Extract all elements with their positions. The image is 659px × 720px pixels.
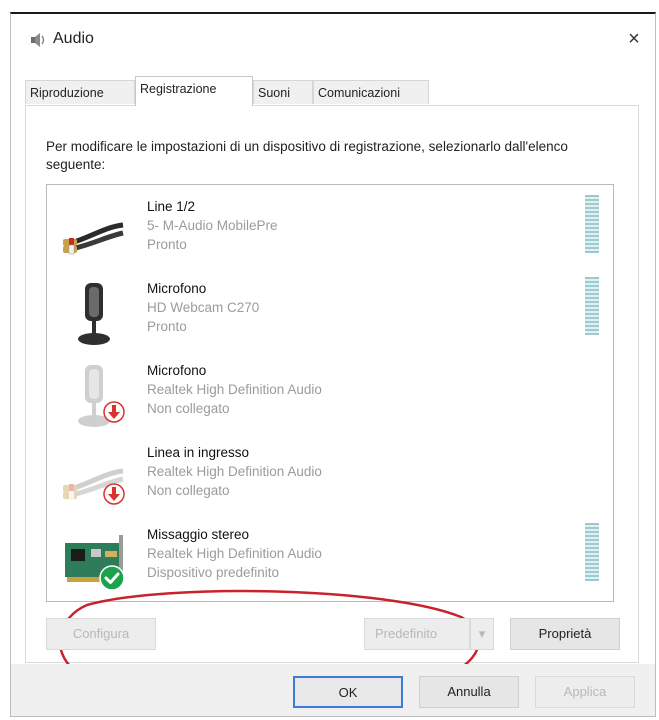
unplugged-badge-icon [103, 483, 125, 505]
dialog-button-bar: OK Annulla Applica [11, 664, 655, 716]
close-button[interactable]: × [619, 24, 649, 54]
set-default-button[interactable]: Predefinito [364, 618, 470, 650]
cancel-button[interactable]: Annulla [419, 676, 519, 708]
unplugged-badge-icon [103, 401, 125, 423]
device-item-microfono-realtek[interactable]: Microfono Realtek High Definition Audio … [47, 355, 613, 435]
level-meter [585, 523, 599, 581]
apply-button[interactable]: Applica [535, 676, 635, 708]
ok-button[interactable]: OK [293, 676, 403, 708]
audio-dialog: Audio × Riproduzione Registrazione Suoni… [10, 12, 656, 717]
device-status: Non collegato [147, 401, 230, 416]
default-check-badge-icon [99, 565, 125, 591]
tab-riproduzione[interactable]: Riproduzione [25, 80, 135, 104]
level-meter [585, 195, 599, 253]
device-name: Microfono [147, 363, 207, 378]
device-driver: Realtek High Definition Audio [147, 382, 322, 397]
device-item-line-1-2[interactable]: Line 1/2 5- M-Audio MobilePre Pronto [47, 191, 613, 271]
device-driver: Realtek High Definition Audio [147, 464, 322, 479]
device-list[interactable]: Line 1/2 5- M-Audio MobilePre Pronto Mic… [46, 184, 614, 700]
device-driver: HD Webcam C270 [147, 300, 260, 315]
tab-comunicazioni[interactable]: Comunicazioni [313, 80, 429, 104]
device-name: Microfono [147, 281, 207, 296]
device-name: Line 1/2 [147, 199, 196, 214]
recording-panel: Per modificare le impostazioni di un dis… [25, 105, 639, 700]
device-status: Pronto [147, 319, 187, 334]
tab-registrazione[interactable]: Registrazione [135, 76, 253, 106]
device-driver: Realtek High Definition Audio [147, 546, 322, 561]
device-item-linea-in-ingresso[interactable]: Linea in ingresso Realtek High Definitio… [47, 437, 613, 517]
speaker-icon [31, 33, 45, 47]
device-name: Missaggio stereo [147, 527, 250, 542]
configure-button[interactable]: Configura [46, 618, 156, 650]
line-cable-icon [63, 222, 124, 255]
microphone-icon [78, 283, 110, 345]
device-item-missaggio-stereo[interactable]: Missaggio stereo Realtek High Definition… [47, 519, 613, 599]
instructions-text: Per modificare le impostazioni di un dis… [46, 139, 568, 172]
device-name: Linea in ingresso [147, 445, 250, 460]
set-default-dropdown[interactable]: ▾ [470, 618, 494, 650]
device-status: Non collegato [147, 483, 230, 498]
tab-suoni[interactable]: Suoni [253, 80, 313, 104]
title-bar: Audio × [11, 14, 655, 66]
device-status: Dispositivo predefinito [147, 565, 280, 580]
device-item-microfono-webcam[interactable]: Microfono HD Webcam C270 Pronto [47, 273, 613, 353]
properties-button[interactable]: Proprietà [510, 618, 620, 650]
device-status: Pronto [147, 237, 187, 252]
level-meter [585, 277, 599, 335]
device-driver: 5- M-Audio MobilePre [147, 218, 278, 233]
window-title: Audio [53, 30, 94, 47]
